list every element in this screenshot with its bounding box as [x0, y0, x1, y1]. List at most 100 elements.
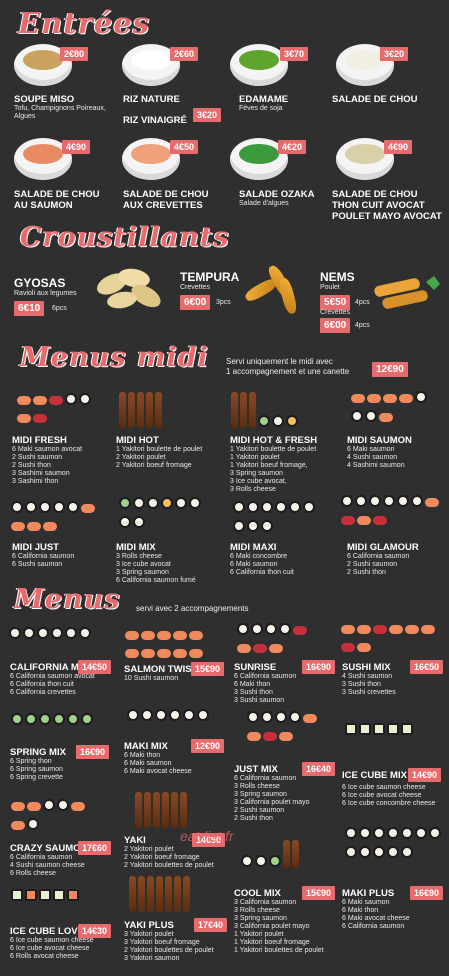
maki-mix-image — [126, 708, 216, 738]
ice-cube-mix-image — [344, 722, 444, 762]
item-line: 2 Yakitori boeuf fromage — [116, 462, 192, 469]
menu-item-salade-chou-saumon: SALADE DE CHOU AU SAUMON — [14, 189, 110, 211]
item-description: Crevettes — [320, 309, 350, 316]
item-line: 6 Maki saumon — [347, 446, 395, 453]
price-badge: 17€60 — [78, 841, 112, 855]
menu-item-midi-mix: MIDI MIX 3 Rolls cheese 3 Ice cube avoca… — [116, 542, 226, 585]
item-line: 3 Sashimi thon — [12, 478, 59, 485]
menu-item-midi-maxi: MIDI MAXI 6 Maki concombre 6 Maki saumon… — [230, 542, 340, 577]
sunrise-image — [236, 622, 320, 658]
item-line: 3 Sushi thon — [342, 681, 381, 688]
midi-hot-fresh-image — [230, 392, 320, 432]
item-line: 6 California thon cuit — [10, 681, 74, 688]
sushi-mix-image — [340, 622, 444, 658]
item-line: 6 California saumon — [234, 673, 297, 680]
item-line: 6 California saumon avocat — [10, 673, 95, 680]
item-line: 1 Yakitori poulet — [234, 931, 284, 938]
price-badge: 14€90 — [408, 768, 442, 782]
section-title-croustillants: Croustillants — [20, 222, 230, 253]
menu-item-midi-just: MIDI JUST 6 California saumon 6 Sushi sa… — [12, 542, 112, 569]
item-name: MIDI MIX — [116, 542, 156, 553]
item-line: 10 Sushi saumon — [124, 675, 179, 682]
item-line: 6 Maki thon — [234, 681, 271, 688]
item-line: 6 Ice cube saumon cheese — [342, 784, 426, 791]
gyosas-illustration — [97, 268, 161, 309]
item-line: 1 Yakitori boeuf fromage — [234, 939, 310, 946]
item-line: 3 Yakitori saumon — [124, 955, 180, 962]
menu-item-tempura: TEMPURA Crevettes — [180, 270, 239, 292]
item-line: 3 Sushi saumon — [234, 697, 285, 704]
item-line: 6 California saumon — [347, 553, 410, 560]
price-badge: 16€50 — [410, 660, 444, 674]
item-line: 6 California saumon — [342, 923, 405, 930]
cool-mix-image — [240, 840, 324, 884]
menu-item-gyosas: GYOSAS Ravioli aux legumes — [14, 276, 77, 298]
item-name: TEMPURA — [180, 270, 240, 284]
item-name: SALADE DE CHOU THON CUIT AVOCAT POULET M… — [332, 189, 442, 222]
item-line: 6 California saumon — [12, 553, 75, 560]
item-line: 3 Sushi thon — [234, 689, 273, 696]
menu-item-nems: NEMS Poulet — [320, 270, 355, 292]
item-quantity: 6pcs — [52, 305, 67, 312]
price-badge: 16€40 — [302, 762, 336, 776]
item-line: 6 Maki avocat cheese — [124, 768, 192, 775]
item-line: 4 Sashimi saumon — [347, 462, 405, 469]
item-line: 3 Rolls cheese — [234, 907, 280, 914]
price-badge: 5€50 — [320, 295, 351, 310]
item-line: 3 California saumon — [234, 899, 297, 906]
price-badge: 6€00 — [180, 295, 211, 310]
menu-item-riz-nature: RIZ NATURE — [123, 94, 223, 105]
price-badge: 2€80 — [60, 47, 89, 61]
ice-cube-love-image — [10, 888, 104, 922]
menu-item-salade-chou-crevettes: SALADE DE CHOU AUX CREVETTES — [123, 189, 223, 211]
item-description: Tofu, Champignons Poireaux, Algues — [14, 105, 106, 120]
item-line: 4 Sushi saumon — [347, 454, 398, 461]
menu-item-midi-hot-fresh: MIDI HOT & FRESH 1 Yakitori boulette de … — [230, 435, 340, 494]
midi-hot-image — [118, 392, 200, 432]
item-line: 6 California thon cuit — [230, 569, 294, 576]
menus-midi-note: Servi uniquement le midi avec 1 accompag… — [226, 357, 349, 377]
item-line: 4 Sushi saumon cheese — [10, 862, 85, 869]
midi-mix-image — [118, 496, 208, 538]
item-name: NEMS — [320, 270, 355, 284]
item-line: 1 Yakitori boulettes de poulet — [234, 947, 324, 954]
item-name: MIDI GLAMOUR — [347, 542, 419, 553]
price-badge: 4€90 — [384, 140, 413, 154]
price-badge: 3€20 — [380, 47, 409, 61]
menu-item-edamame: EDAMAME Fèves de soja — [239, 94, 329, 113]
yaki-plus-image — [128, 876, 218, 916]
item-line: 3 Yakitori boeuf fromage — [124, 939, 200, 946]
item-line: 6 California saumon fumé — [116, 577, 196, 584]
just-mix-image — [246, 710, 326, 760]
item-quantity: 4pcs — [355, 322, 370, 329]
item-line: 2 Sushi thon — [347, 569, 386, 576]
spring-mix-image — [10, 712, 110, 742]
item-line: 6 Sushi saumon — [12, 561, 63, 568]
item-line: 3 Spring saumon — [116, 569, 169, 576]
item-line: 3 Ice cube avocat — [116, 561, 171, 568]
salmon-twist-image — [124, 628, 214, 660]
item-name: GYOSAS — [14, 276, 66, 290]
price-badge: 6€00 — [320, 318, 351, 333]
item-name: SALADE DE CHOU AU SAUMON — [14, 189, 100, 211]
tempura-image — [240, 262, 312, 320]
item-name: MIDI HOT & FRESH — [230, 435, 318, 446]
item-description: Fèves de soja — [239, 105, 283, 112]
crazy-saumon-image — [10, 798, 100, 838]
item-line: 2 Yakitori poulet — [124, 846, 174, 853]
item-line: 6 Maki saumon — [342, 899, 390, 906]
item-line: 6 Maki saumon — [124, 760, 172, 767]
item-line: 6 Maki thon — [342, 907, 379, 914]
price-badge: 14€30 — [78, 924, 112, 938]
price-badge: 16€90 — [76, 745, 110, 759]
item-line: 6 California saumon — [10, 854, 73, 861]
item-line: 3 Spring saumon — [234, 791, 287, 798]
item-line: 3 Ice cube avocat, — [230, 478, 287, 485]
item-name: SALADE OZAKA — [239, 189, 315, 200]
item-line: 6 Rolls cheese — [10, 870, 56, 877]
price-badge: 17€40 — [194, 918, 228, 932]
item-quantity: 4pcs — [355, 299, 370, 306]
item-name: RIZ VINAIGRÉ — [123, 115, 187, 126]
item-name: MIDI FRESH — [12, 435, 67, 446]
price-badge: 3€20 — [193, 108, 222, 122]
